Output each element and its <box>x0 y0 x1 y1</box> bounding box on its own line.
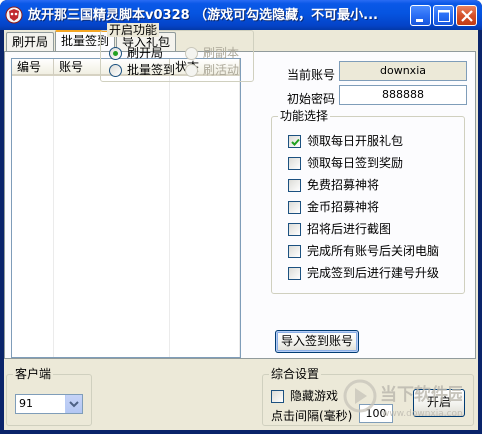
checkbox-label: 金币招募神将 <box>307 200 380 214</box>
watermark-icon: 当下软件园 www.downxia.com <box>343 379 466 419</box>
title-bar[interactable]: 放开那三国精灵脚本v0328 （游戏可勾选隐藏，不可最小... <box>0 0 482 30</box>
radio-circle[interactable] <box>109 47 122 60</box>
maximize-icon <box>438 10 450 22</box>
app-icon <box>5 6 23 24</box>
window-client-area: 刷开局 批量签到 导入礼包 编号 账号 状态 当前账号 downxia 初始密码 <box>4 23 478 430</box>
column-divider <box>53 76 54 357</box>
radio-circle <box>185 64 198 77</box>
import-signin-accounts-button[interactable]: 导入签到账号 <box>275 330 359 353</box>
radio-label: 刷副本 <box>203 46 240 60</box>
click-interval-label: 点击间隔(毫秒) <box>271 409 353 423</box>
initial-password-label: 初始密码 <box>287 92 336 106</box>
current-account-label: 当前账号 <box>287 68 336 82</box>
close-button[interactable] <box>456 5 477 26</box>
checkbox-box[interactable] <box>288 223 301 236</box>
checkbox-label: 领取每日开服礼包 <box>307 134 404 148</box>
minimize-icon <box>416 19 423 22</box>
initial-password-input[interactable]: 888888 <box>339 85 467 105</box>
dropdown-button[interactable] <box>65 395 82 413</box>
checkbox-label: 领取每日签到奖励 <box>307 156 404 170</box>
checkbox-box[interactable] <box>288 201 301 214</box>
column-divider <box>239 76 240 357</box>
current-account-field: downxia <box>339 61 467 81</box>
maximize-button[interactable] <box>433 5 454 26</box>
checkbox-box[interactable] <box>271 390 284 403</box>
checkbox-label: 完成签到后进行建号升级 <box>307 266 440 280</box>
checkbox-box[interactable] <box>288 245 301 258</box>
radio-dot <box>113 51 118 56</box>
radio-circle[interactable] <box>109 64 122 77</box>
checkbox-box[interactable] <box>288 267 301 280</box>
client-select-value: 91 <box>19 397 33 410</box>
client-group: 客户端 91 <box>6 367 92 426</box>
client-group-title: 客户端 <box>13 367 54 381</box>
radio-label: 刷活动 <box>203 63 240 77</box>
radio-label: 批量签到 <box>127 63 176 77</box>
general-settings-title: 综合设置 <box>269 367 322 381</box>
column-header-id[interactable]: 编号 <box>12 59 54 76</box>
account-list[interactable]: 编号 账号 状态 <box>11 58 241 358</box>
checkbox-label: 隐藏游戏 <box>290 389 339 403</box>
checkbox-label: 免费招募神将 <box>307 178 380 192</box>
checkmark-icon <box>291 138 300 146</box>
main-window: 放开那三国精灵脚本v0328 （游戏可勾选隐藏，不可最小... 刷开局 批量签到… <box>0 0 482 434</box>
checkbox-box[interactable] <box>288 157 301 170</box>
watermark-url: www.downxia.com <box>382 409 462 419</box>
minimize-button[interactable] <box>410 5 431 26</box>
start-function-group: 开启功能 刷开局 刷副本 批量签到 刷活动 <box>100 23 254 82</box>
feature-select-group: 功能选择 领取每日开服礼包 领取每日签到奖励 免费招募神将 金币招募神将 招将后… <box>271 109 465 294</box>
tab-refresh-start[interactable]: 刷开局 <box>6 32 55 52</box>
radio-label: 刷开局 <box>127 46 164 60</box>
account-list-body <box>12 76 240 357</box>
client-select[interactable]: 91 <box>15 394 83 414</box>
radio-circle <box>185 47 198 60</box>
checkbox-box[interactable] <box>288 135 301 148</box>
watermark-text: 当下软件园 <box>380 384 462 405</box>
watermark-logo: 当下软件园 www.downxia.com <box>342 376 466 428</box>
chevron-down-icon <box>69 401 79 408</box>
close-icon <box>461 10 473 22</box>
checkbox-label: 招将后进行截图 <box>307 222 392 236</box>
batch-signin-panel: 编号 账号 状态 当前账号 downxia 初始密码 888888 功能选择 <box>4 51 476 359</box>
feature-select-title: 功能选择 <box>278 109 331 123</box>
checkbox-label: 完成所有账号后关闭电脑 <box>307 244 440 258</box>
start-function-title: 开启功能 <box>107 23 160 37</box>
checkbox-box[interactable] <box>288 179 301 192</box>
window-title: 放开那三国精灵脚本v0328 （游戏可勾选隐藏，不可最小... <box>28 8 378 23</box>
column-divider <box>169 76 170 357</box>
